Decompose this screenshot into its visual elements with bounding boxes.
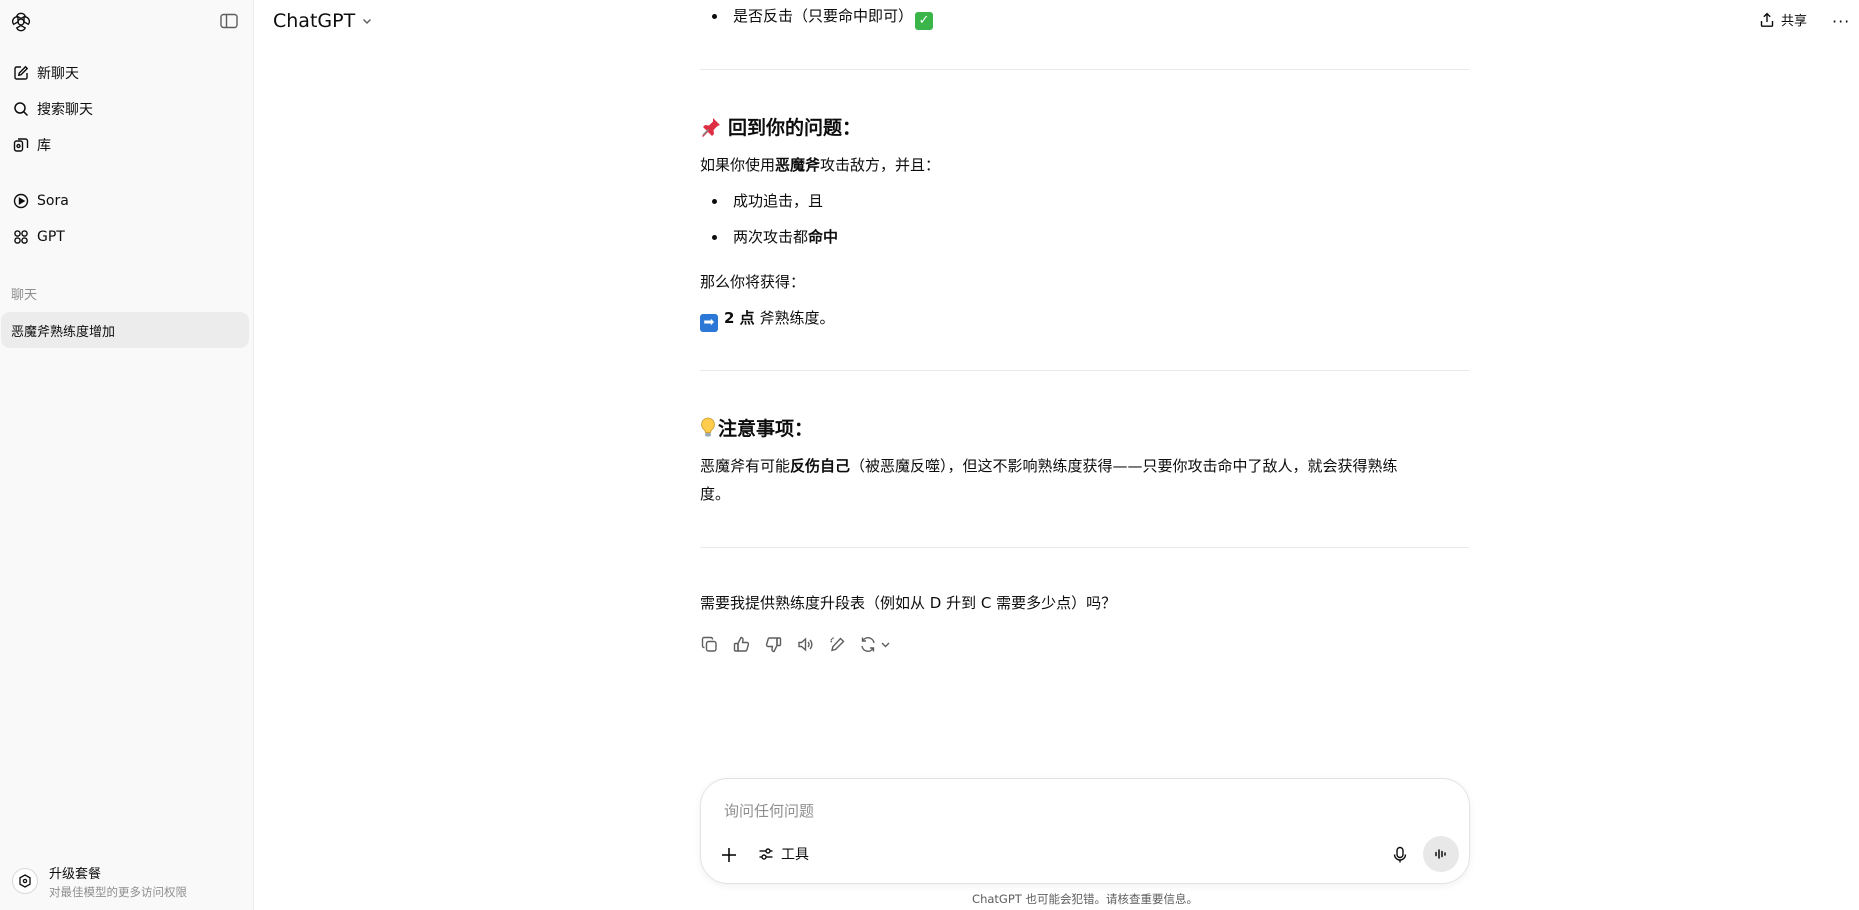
bold-text: 恶魔斧 [775, 156, 821, 174]
thumbs-up-icon[interactable] [732, 635, 750, 653]
text-span: 攻击敌方，并且： [820, 156, 941, 174]
sidebar-item-label: Sora [37, 193, 69, 209]
upgrade-plan-button[interactable]: 升级套餐 对最佳模型的更多访问权限 [12, 860, 244, 902]
sliders-icon [759, 848, 773, 860]
bullet-dot [712, 235, 717, 240]
sidebar-item-sora[interactable]: Sora [6, 185, 248, 217]
list-item: 是否反击（只要命中即可） ✓ [733, 5, 934, 30]
thumbs-down-icon[interactable] [764, 635, 782, 653]
share-button[interactable]: 共享 [1759, 10, 1807, 29]
sidebar-item-label: 搜索聊天 [37, 102, 93, 118]
message-actions [700, 635, 908, 653]
prompt-input[interactable]: 询问任何问题 [724, 800, 814, 821]
bullet-dot [712, 199, 717, 204]
sidebar-item-library[interactable]: 库 [6, 129, 248, 161]
upgrade-title: 升级套餐 [49, 866, 102, 882]
sidebar: 新聊天 搜索聊天 库 Sora GPT 聊天 恶魔斧熟练度增加 升级套餐 对最佳… [0, 0, 254, 910]
paragraph: 恶魔斧有可能反伤自己（被恶魔反噬），但这不影响熟练度获得——只要你攻击命中了敌人… [700, 455, 1398, 476]
grid-icon [12, 229, 29, 246]
more-options-icon[interactable]: ··· [1832, 12, 1850, 31]
voice-mode-button[interactable] [1423, 836, 1459, 872]
sidebar-item-new-chat[interactable]: 新聊天 [6, 57, 248, 89]
lightbulb-icon [701, 417, 715, 437]
text-span: 两次攻击都 [733, 228, 809, 246]
copy-icon[interactable] [700, 635, 718, 653]
share-icon [1760, 12, 1774, 27]
sidebar-item-label: 新聊天 [37, 66, 79, 82]
model-selector[interactable]: ChatGPT [273, 10, 373, 32]
chats-section-title: 聊天 [11, 288, 38, 303]
model-name: ChatGPT [273, 10, 356, 32]
section-heading-text: 注意事项： [718, 418, 814, 440]
search-icon [12, 101, 29, 118]
edit-canvas-icon[interactable] [828, 635, 846, 653]
tools-label: 工具 [781, 847, 809, 863]
section-heading: 回到你的问题： [700, 113, 861, 140]
regenerate-icon[interactable] [860, 635, 894, 653]
upgrade-badge-icon [12, 868, 38, 894]
read-aloud-icon[interactable] [796, 635, 814, 653]
play-circle-icon [12, 193, 29, 210]
disclaimer-text: ChatGPT 也可能会犯错。请核查重要信息。 [972, 892, 1198, 906]
divider [700, 547, 1469, 548]
section-heading: 注意事项： [700, 414, 813, 441]
paragraph: 那么你将获得： [700, 273, 806, 291]
bullet-dot [712, 14, 717, 19]
bold-text: 2 点 [724, 309, 755, 327]
share-label: 共享 [1781, 14, 1808, 29]
divider [700, 69, 1469, 70]
sidebar-item-label: 库 [37, 138, 51, 154]
text-span: 如果你使用 [700, 156, 776, 174]
voice-waveform-icon [1435, 849, 1446, 859]
list-item: 成功追击，且 [733, 192, 824, 210]
arrow-right-icon: ➡ [700, 314, 718, 332]
text-span: （被恶魔反噬），但这不影响熟练度获得——只要你攻击命中了敌人，就会获得熟练 [850, 457, 1398, 475]
sidebar-item-label: GPT [37, 229, 65, 245]
sidebar-item-search-chats[interactable]: 搜索聊天 [6, 93, 248, 125]
text-span: 斧熟练度。 [759, 309, 835, 327]
section-heading-text: 回到你的问题： [728, 117, 862, 139]
microphone-icon[interactable] [1391, 846, 1409, 864]
result-line: ➡ 2 点 斧熟练度。 [700, 307, 834, 332]
chevron-down-icon [363, 19, 372, 24]
sidebar-toggle-icon[interactable] [220, 13, 238, 29]
sidebar-item-gpt[interactable]: GPT [6, 221, 248, 253]
check-mark-icon: ✓ [915, 12, 934, 30]
paragraph: 如果你使用恶魔斧攻击敌方，并且： [700, 154, 940, 175]
plus-icon[interactable] [719, 845, 739, 865]
chat-history-item-selected[interactable]: 恶魔斧熟练度增加 [1, 312, 249, 348]
divider [700, 370, 1469, 371]
list-item-text: 是否反击（只要命中即可） [733, 7, 914, 25]
edit-icon [12, 65, 29, 82]
openai-logo-icon[interactable] [10, 11, 32, 33]
pushpin-icon [702, 118, 720, 137]
bold-text: 命中 [808, 228, 839, 246]
tools-button[interactable]: 工具 [758, 844, 809, 864]
bold-text: 反伤自己 [790, 457, 851, 475]
list-item: 两次攻击都命中 [733, 226, 838, 247]
library-icon [12, 137, 29, 154]
paragraph-continuation: 度。 [700, 485, 731, 503]
text-span: 恶魔斧有可能 [700, 457, 791, 475]
app-window: 新聊天 搜索聊天 库 Sora GPT 聊天 恶魔斧熟练度增加 升级套餐 对最佳… [0, 0, 1859, 910]
message-composer[interactable]: 询问任何问题 工具 [700, 778, 1470, 884]
upgrade-subtitle: 对最佳模型的更多访问权限 [49, 884, 187, 899]
follow-up-question: 需要我提供熟练度升段表（例如从 D 升到 C 需要多少点）吗？ [700, 594, 1117, 612]
